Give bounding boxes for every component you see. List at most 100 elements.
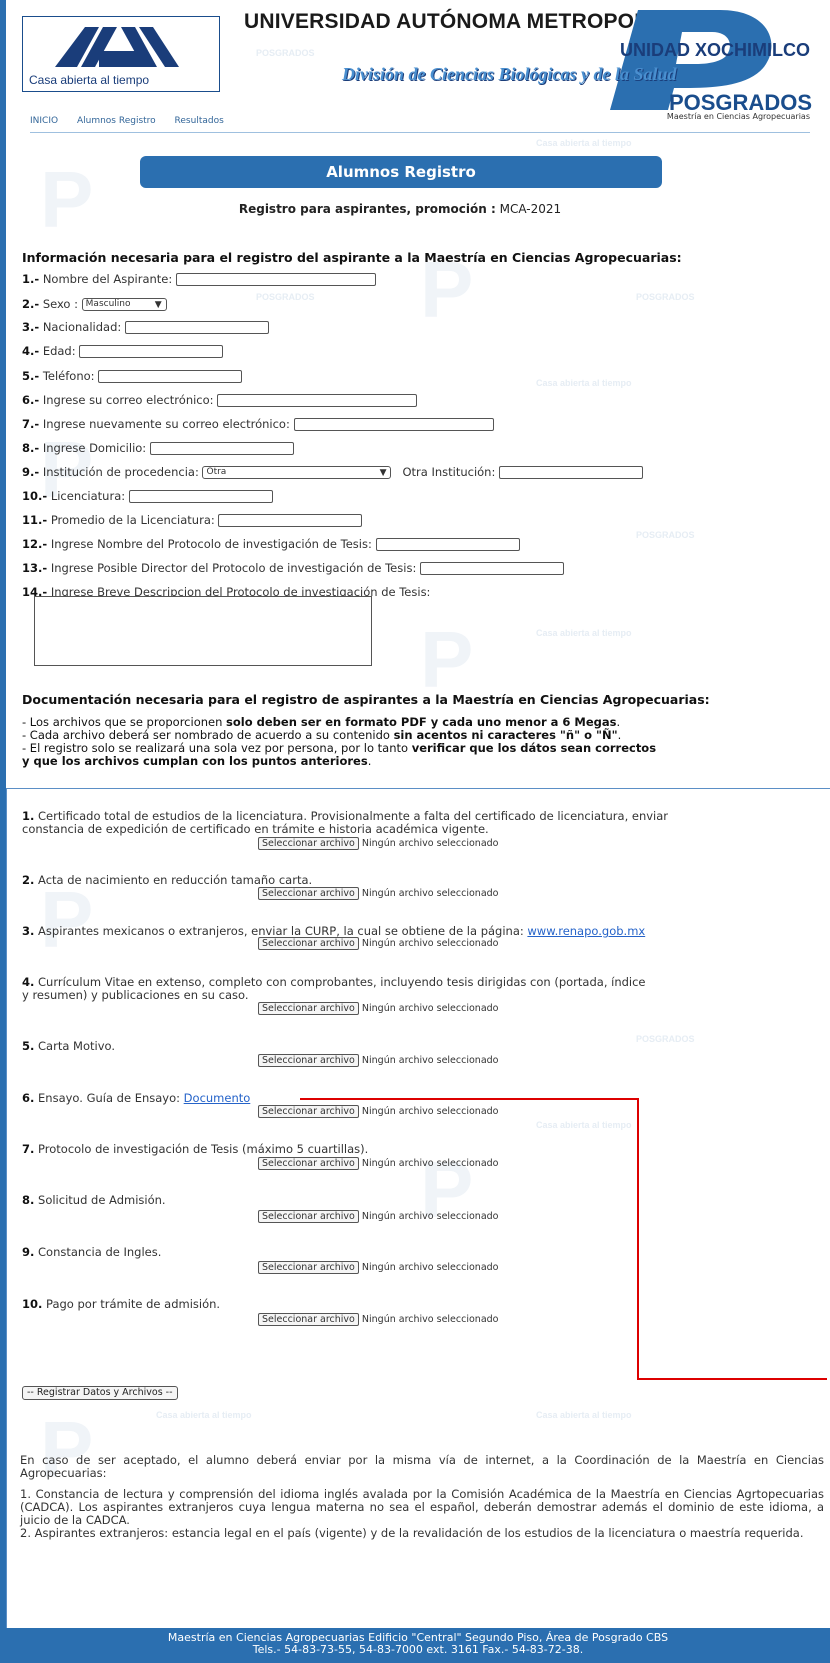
doc-text: Carta Motivo. [38,1039,116,1053]
watermark-p-icon: P [40,155,94,244]
file-input-6[interactable]: Seleccionar archivo Ningún archivo selec… [258,1105,498,1118]
file-input-9[interactable]: Seleccionar archivo Ningún archivo selec… [258,1261,498,1274]
field-protocolo-nombre: 12.- Ingrese Nombre del Protocolo de inv… [22,537,520,551]
sexo-selected: Masculino [85,299,131,309]
watermark-text: Casa abierta al tiempo [536,138,632,148]
no-file-text: Ningún archivo seleccionado [361,838,499,849]
watermark-text: Casa abierta al tiempo [536,1410,632,1420]
nombre-input[interactable] [175,273,376,286]
select-file-button[interactable]: Seleccionar archivo [258,1210,359,1223]
annotation-line [637,1378,827,1380]
otra-institucion-input[interactable] [499,466,643,479]
file-input-4[interactable]: Seleccionar archivo Ningún archivo selec… [258,1002,498,1015]
nav-inicio[interactable]: INICIO [30,116,58,126]
select-file-button[interactable]: Seleccionar archivo [258,1313,359,1326]
no-file-text: Ningún archivo seleccionado [361,1314,499,1325]
notes-item-1: 1. Constancia de lectura y comprensión d… [20,1487,824,1527]
page-title: Alumnos Registro [140,156,662,188]
renapo-link[interactable]: www.renapo.gob.mx [527,924,645,938]
rule-emphasis: solo deben ser en formato PDF y cada uno… [226,715,617,729]
doc-num: 3. [22,924,35,938]
doc-text: Currículum Vitae en extenso, completo co… [38,975,646,989]
guia-ensayo-link[interactable]: Documento [184,1091,251,1105]
footer-phones: Tels.- 54-83-73-55, 54-83-7000 ext. 3161… [252,1643,584,1656]
telefono-input[interactable] [98,370,243,383]
select-file-button[interactable]: Seleccionar archivo [258,887,359,900]
protocolo-nombre-input[interactable] [375,538,520,551]
top-nav: INICIO Alumnos Registro Resultados [30,116,810,133]
file-input-1[interactable]: Seleccionar archivo Ningún archivo selec… [258,837,498,850]
doc-item-10: 10. Pago por trámite de admisión. [22,1298,220,1311]
file-input-10[interactable]: Seleccionar archivo Ningún archivo selec… [258,1313,498,1326]
doc-num: 7. [22,1142,35,1156]
file-input-2[interactable]: Seleccionar archivo Ningún archivo selec… [258,887,498,900]
no-file-text: Ningún archivo seleccionado [361,938,499,949]
field-label: Ingrese su correo electrónico: [42,393,214,407]
docs-heading: Documentación necesaria para el registro… [22,692,710,707]
field-label: Institución de procedencia: [42,465,199,479]
field-num: 5.- [22,369,40,383]
form-heading: Información necesaria para el registro d… [22,250,682,265]
watermark-p-icon: P [40,875,94,964]
select-file-button[interactable]: Seleccionar archivo [258,937,359,950]
edad-input[interactable] [79,345,224,358]
nav-resultados[interactable]: Resultados [175,116,224,126]
annotation-line [300,1098,638,1100]
otra-institucion-label: Otra Institución: [402,465,496,479]
watermark-text: Casa abierta al tiempo [536,378,632,388]
doc-text: Solicitud de Admisión. [38,1193,166,1207]
correo-input[interactable] [217,394,418,407]
director-input[interactable] [419,562,564,575]
register-submit-button[interactable]: -- Registrar Datos y Archivos -- [22,1386,178,1400]
file-input-7[interactable]: Seleccionar archivo Ningún archivo selec… [258,1157,498,1170]
rule-text: . [367,754,372,768]
field-institucion: 9.- Institución de procedencia: Otra ▼ Ot… [22,465,643,479]
watermark-text: POSGRADOS [256,292,315,302]
field-num: 7.- [22,417,40,431]
licenciatura-input[interactable] [128,490,273,503]
watermark-p-icon: P [420,615,474,704]
file-input-5[interactable]: Seleccionar archivo Ningún archivo selec… [258,1054,498,1067]
field-licenciatura: 10.- Licenciatura: [22,489,273,503]
domicilio-input[interactable] [149,442,294,455]
uam-logo[interactable]: Casa abierta al tiempo [22,16,220,92]
doc-text: Certificado total de estudios de la lice… [38,809,669,823]
nav-alumnos-registro[interactable]: Alumnos Registro [77,116,156,126]
promedio-input[interactable] [218,514,363,527]
file-input-3[interactable]: Seleccionar archivo Ningún archivo selec… [258,937,498,950]
chevron-down-icon: ▼ [154,300,162,310]
doc-num: 8. [22,1193,35,1207]
watermark-text: Casa abierta al tiempo [536,628,632,638]
rule-text: . [617,728,622,742]
institucion-select[interactable]: Otra ▼ [202,466,392,479]
rule-emphasis: y que los archivos cumplan con los punto… [22,754,368,768]
select-file-button[interactable]: Seleccionar archivo [258,1261,359,1274]
no-file-text: Ningún archivo seleccionado [361,1003,499,1014]
chevron-down-icon: ▼ [379,468,387,478]
field-num: 6.- [22,393,40,407]
select-file-button[interactable]: Seleccionar archivo [258,837,359,850]
field-correo-confirm: 7.- Ingrese nuevamente su correo electró… [22,417,494,431]
doc-item-6: 6. Ensayo. Guía de Ensayo: Documento [22,1092,250,1105]
watermark-text: POSGRADOS [636,530,695,540]
field-label: Nacionalidad: [42,320,122,334]
doc-item-8: 8. Solicitud de Admisión. [22,1194,166,1207]
institucion-selected: Otra [206,467,227,477]
select-file-button[interactable]: Seleccionar archivo [258,1054,359,1067]
sexo-select[interactable]: Masculino ▼ [81,298,167,311]
field-num: 9.- [22,465,40,479]
select-file-button[interactable]: Seleccionar archivo [258,1105,359,1118]
field-num: 1.- [22,272,40,286]
descripcion-textarea[interactable] [34,596,372,666]
correo-confirm-input[interactable] [293,418,494,431]
field-num: 2.- [22,297,40,311]
notes-intro: En caso de ser aceptado, el alumno deber… [20,1453,824,1480]
file-input-8[interactable]: Seleccionar archivo Ningún archivo selec… [258,1210,498,1223]
watermark-text: POSGRADOS [636,292,695,302]
nacionalidad-input[interactable] [124,321,269,334]
watermark-text: POSGRADOS [636,1034,695,1044]
select-file-button[interactable]: Seleccionar archivo [258,1002,359,1015]
subtitle-label: Registro para aspirantes, promoción : [238,202,496,216]
field-num: 10.- [22,489,48,503]
select-file-button[interactable]: Seleccionar archivo [258,1157,359,1170]
